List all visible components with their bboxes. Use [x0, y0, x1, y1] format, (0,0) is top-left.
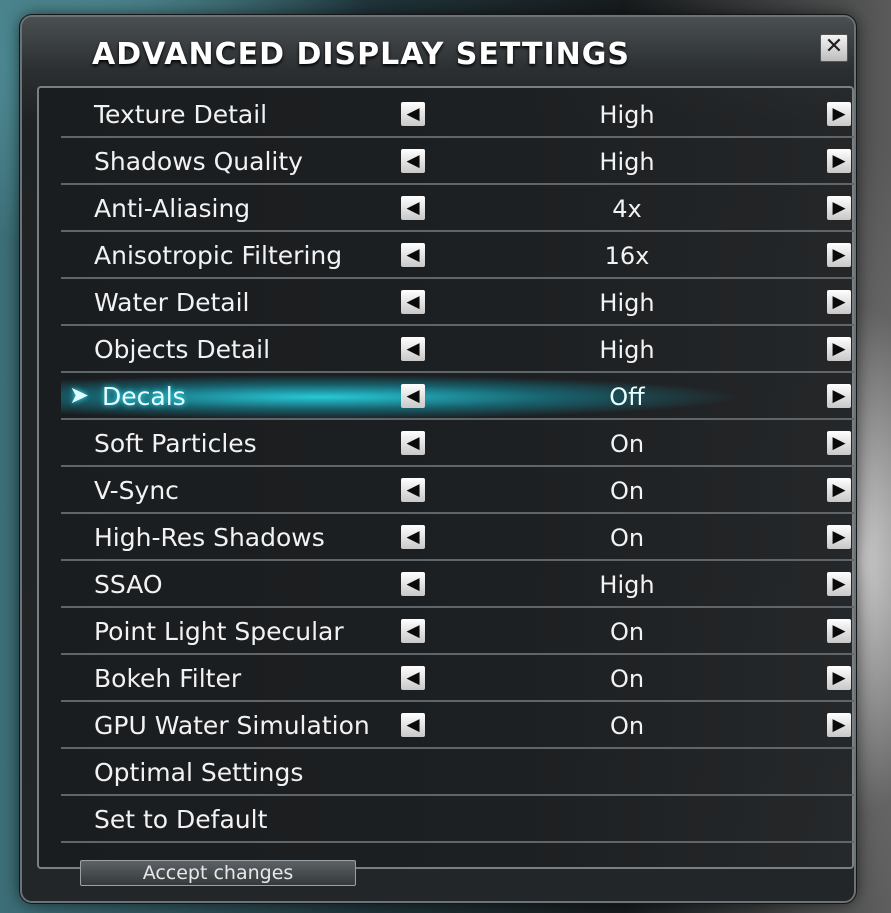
left-arrow-icon[interactable]: ◀: [401, 149, 425, 173]
left-arrow-icon[interactable]: ◀: [401, 431, 425, 455]
setting-row-soft-particles[interactable]: Soft Particles ◀ On ▶: [61, 420, 854, 467]
left-arrow-icon[interactable]: ◀: [401, 478, 425, 502]
setting-row-texture-detail[interactable]: Texture Detail ◀ High ▶: [61, 91, 854, 138]
action-label: Set to Default: [94, 805, 268, 834]
optimal-settings-button[interactable]: Optimal Settings: [61, 749, 854, 796]
right-arrow-icon[interactable]: ▶: [827, 431, 851, 455]
left-arrow-icon[interactable]: ◀: [401, 666, 425, 690]
setting-value: High: [599, 289, 655, 317]
right-arrow-icon[interactable]: ▶: [827, 149, 851, 173]
setting-value: High: [599, 148, 655, 176]
setting-row-bokeh-filter[interactable]: Bokeh Filter ◀ On ▶: [61, 655, 854, 702]
setting-label: V-Sync: [94, 476, 179, 505]
right-arrow-icon[interactable]: ▶: [827, 666, 851, 690]
left-arrow-icon[interactable]: ◀: [401, 196, 425, 220]
action-label: Optimal Settings: [94, 758, 304, 787]
left-arrow-icon[interactable]: ◀: [401, 290, 425, 314]
set-to-default-button[interactable]: Set to Default: [61, 796, 854, 843]
right-arrow-icon[interactable]: ▶: [827, 102, 851, 126]
right-arrow-icon[interactable]: ▶: [827, 572, 851, 596]
right-arrow-icon[interactable]: ▶: [827, 337, 851, 361]
setting-row-gpu-water-simulation[interactable]: GPU Water Simulation ◀ On ▶: [61, 702, 854, 749]
setting-value: Off: [609, 383, 645, 411]
right-arrow-icon[interactable]: ▶: [827, 196, 851, 220]
setting-row-decals[interactable]: ➤ Decals ◀ Off ▶: [61, 373, 854, 420]
left-arrow-icon[interactable]: ◀: [401, 572, 425, 596]
right-arrow-icon[interactable]: ▶: [827, 713, 851, 737]
left-arrow-icon[interactable]: ◀: [401, 525, 425, 549]
setting-label: Water Detail: [94, 288, 250, 317]
dialog-title: ADVANCED DISPLAY SETTINGS: [92, 37, 630, 72]
setting-value: 4x: [612, 195, 642, 223]
setting-value: High: [599, 571, 655, 599]
setting-label: Anisotropic Filtering: [94, 241, 343, 270]
setting-label: SSAO: [94, 570, 163, 599]
setting-row-shadows-quality[interactable]: Shadows Quality ◀ High ▶: [61, 138, 854, 185]
setting-row-objects-detail[interactable]: Objects Detail ◀ High ▶: [61, 326, 854, 373]
left-arrow-icon[interactable]: ◀: [401, 337, 425, 361]
setting-row-water-detail[interactable]: Water Detail ◀ High ▶: [61, 279, 854, 326]
advanced-display-settings-dialog: ADVANCED DISPLAY SETTINGS ✕ Texture Deta…: [22, 17, 854, 901]
accept-changes-button[interactable]: Accept changes: [80, 860, 356, 886]
right-arrow-icon[interactable]: ▶: [827, 619, 851, 643]
setting-label: Decals: [102, 382, 186, 411]
setting-label: Texture Detail: [94, 100, 268, 129]
right-arrow-icon[interactable]: ▶: [827, 290, 851, 314]
setting-value: On: [609, 665, 645, 693]
setting-value: On: [609, 618, 645, 646]
left-arrow-icon[interactable]: ◀: [401, 102, 425, 126]
setting-row-anti-aliasing[interactable]: Anti-Aliasing ◀ 4x ▶: [61, 185, 854, 232]
setting-label: GPU Water Simulation: [94, 711, 370, 740]
setting-label: Bokeh Filter: [94, 664, 242, 693]
selection-pointer-icon: ➤: [69, 381, 90, 409]
setting-label: High-Res Shadows: [94, 523, 325, 552]
right-arrow-icon[interactable]: ▶: [827, 243, 851, 267]
left-arrow-icon[interactable]: ◀: [401, 384, 425, 408]
setting-value: On: [609, 524, 645, 552]
close-icon[interactable]: ✕: [820, 34, 848, 62]
left-arrow-icon[interactable]: ◀: [401, 243, 425, 267]
setting-row-anisotropic-filtering[interactable]: Anisotropic Filtering ◀ 16x ▶: [61, 232, 854, 279]
setting-label: Anti-Aliasing: [94, 194, 251, 223]
setting-row-v-sync[interactable]: V-Sync ◀ On ▶: [61, 467, 854, 514]
setting-label: Shadows Quality: [94, 147, 303, 176]
setting-label: Point Light Specular: [94, 617, 344, 646]
right-arrow-icon[interactable]: ▶: [827, 478, 851, 502]
setting-value: On: [609, 430, 645, 458]
setting-row-high-res-shadows[interactable]: High-Res Shadows ◀ On ▶: [61, 514, 854, 561]
setting-label: Objects Detail: [94, 335, 271, 364]
right-arrow-icon[interactable]: ▶: [827, 384, 851, 408]
left-arrow-icon[interactable]: ◀: [401, 713, 425, 737]
setting-value: High: [599, 101, 655, 129]
left-arrow-icon[interactable]: ◀: [401, 619, 425, 643]
setting-value: On: [609, 712, 645, 740]
setting-label: Soft Particles: [94, 429, 257, 458]
setting-row-point-light-specular[interactable]: Point Light Specular ◀ On ▶: [61, 608, 854, 655]
setting-value: On: [609, 477, 645, 505]
settings-list: Texture Detail ◀ High ▶ Shadows Quality …: [37, 86, 854, 869]
setting-value: High: [599, 336, 655, 364]
right-arrow-icon[interactable]: ▶: [827, 525, 851, 549]
setting-value: 16x: [604, 242, 650, 270]
setting-row-ssao[interactable]: SSAO ◀ High ▶: [61, 561, 854, 608]
